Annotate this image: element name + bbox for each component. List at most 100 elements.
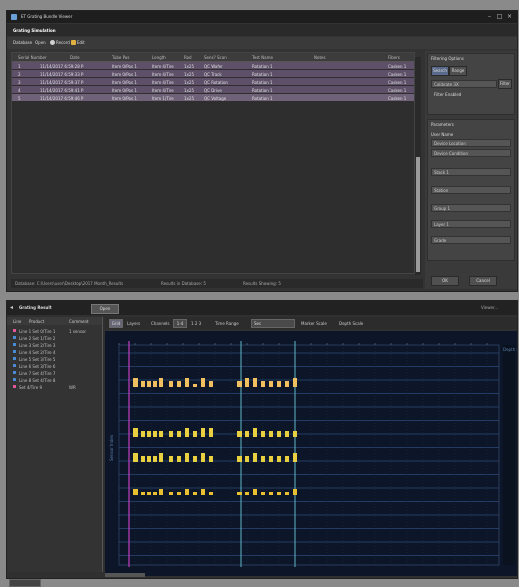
param-field-label: Grade	[434, 238, 447, 243]
results-grid[interactable]: Serial Number Date Tube Pos Length Rod S…	[11, 52, 415, 274]
window-title: ET Grating Bundle Viewer	[21, 14, 73, 19]
chart-bar	[209, 381, 213, 387]
chart-bar	[147, 492, 151, 495]
line-list-panel: Line Product Comment Line 1 Set 0/Tire 1…	[7, 317, 103, 587]
table-cell: 1	[18, 63, 21, 69]
chart-bar	[133, 428, 138, 437]
param-field[interactable]: Group 1	[431, 204, 511, 212]
chart-bar	[209, 428, 213, 437]
depth-scale-label[interactable]: Depth Scale	[339, 321, 363, 326]
minimize-icon[interactable]: –	[485, 13, 494, 21]
table-cell: Item 1/Tire	[152, 95, 174, 101]
vertical-scrollbar[interactable]	[415, 57, 421, 275]
horizontal-scrollbar[interactable]	[105, 573, 145, 577]
grid-view-button[interactable]: Grid	[109, 319, 123, 328]
table-cell: Item 0/Pos 1	[112, 79, 137, 85]
table-row[interactable]: 3 11/14/2017 6:59:37 P Item 0/Pos 1 Item 4/…	[12, 78, 414, 85]
param-field[interactable]: Stack 1	[431, 168, 511, 176]
zoom-levels[interactable]: 1 2 3	[191, 321, 201, 326]
ok-button[interactable]: OK	[431, 276, 459, 286]
list-item[interactable]: Line 8 Set 4/Tire 8	[7, 376, 102, 383]
cancel-button[interactable]: Cancel	[469, 276, 497, 286]
param-field[interactable]: Device Condition	[431, 149, 511, 157]
param-field[interactable]: Grade	[431, 236, 511, 244]
maximize-icon[interactable]: □	[495, 13, 504, 21]
line-filter-input[interactable]	[9, 579, 41, 587]
record-button[interactable]: Record	[56, 40, 70, 45]
edit-button[interactable]: Edit	[77, 40, 85, 45]
table-row[interactable]: 1 11/14/2017 6:59:28 P Item 0/Pos 1 Item 4/…	[12, 62, 414, 69]
col-header[interactable]: Sens? Scan	[204, 55, 227, 60]
line-label: Line 5 Set 3/Tire 5	[19, 356, 56, 362]
param-field[interactable]: Station	[431, 186, 511, 194]
left-axis-title: Sensor Index	[109, 434, 114, 461]
channels-select[interactable]: 1-4	[173, 319, 187, 328]
param-field[interactable]: Device Location	[431, 139, 511, 147]
line-color-icon	[13, 363, 16, 367]
table-cell: 2	[18, 71, 21, 77]
chart-bar	[269, 431, 273, 437]
chart-bar	[159, 378, 163, 387]
result-title-bar: ◂ Grating Result Open Viewer...	[7, 301, 517, 315]
table-cell: 11/14/2017 6:59:33 P	[40, 71, 84, 77]
col-header[interactable]: Rod	[184, 55, 192, 60]
record-icon[interactable]	[50, 40, 55, 45]
open-menu[interactable]: Open	[35, 40, 46, 45]
chart-bar	[253, 489, 257, 495]
tab-search[interactable]: Search	[431, 66, 449, 76]
list-item[interactable]: Line 5 Set 3/Tire 5	[7, 355, 102, 362]
chart-bar	[261, 381, 265, 387]
chart-bar	[201, 453, 205, 462]
param-field-label: Group 1	[434, 206, 450, 211]
param-field[interactable]: Layer 1	[431, 220, 511, 228]
list-item[interactable]: Set 4/Tire 9 WR	[7, 383, 102, 390]
col-header[interactable]: Length	[152, 55, 166, 60]
table-row[interactable]: 4 11/14/2017 6:59:41 P Item 0/Pos 1 Item 4/…	[12, 86, 414, 93]
right-axis-title: Depth Length	[503, 347, 517, 352]
col-header[interactable]: Serial Number	[18, 55, 47, 60]
chart-bar	[193, 492, 197, 495]
open-button[interactable]: Open	[91, 304, 119, 314]
result-title: Grating Result	[19, 305, 52, 310]
tab-range[interactable]: Range	[449, 66, 467, 76]
filter-button[interactable]: Filter	[498, 79, 512, 89]
table-row[interactable]: 5 11/14/2017 6:59:46 P Item 0/Pos 1 Item 1/…	[12, 94, 414, 101]
filter-enabled-check[interactable]: Filter Enabled	[434, 92, 461, 97]
chart-bar	[153, 492, 157, 495]
viewer-link[interactable]: Viewer...	[481, 305, 498, 310]
scrollbar-thumb[interactable]	[416, 157, 420, 272]
sensor-chart[interactable]: Sensor Index Depth Length	[105, 331, 517, 576]
col-header[interactable]: Date	[70, 55, 80, 60]
chart-bar	[269, 381, 273, 387]
table-row[interactable]: 2 11/14/2017 6:59:33 P Item 0/Pos 1 Item 4/…	[12, 70, 414, 77]
marker-scale-check[interactable]: Marker Scale	[301, 321, 327, 326]
list-item[interactable]: Line 7 Set 4/Tire 7	[7, 369, 102, 376]
list-item[interactable]: Line 4 Set 2/Tire 4	[7, 348, 102, 355]
chart-bar	[269, 492, 273, 495]
database-menu[interactable]: Database	[13, 40, 32, 45]
chart-bar	[293, 489, 297, 495]
collapse-icon[interactable]: ◂	[10, 304, 13, 311]
filter-input[interactable]: Calibrate 3X	[431, 80, 497, 88]
list-item[interactable]: Line 2 Set 1/Tire 2	[7, 334, 102, 341]
col-header[interactable]: Notes	[314, 55, 326, 60]
col-header[interactable]: Line	[13, 319, 21, 324]
chart-bar	[269, 456, 273, 462]
table-cell: 1x25	[184, 71, 195, 77]
list-item[interactable]: Line 6 Set 3/Tire 6	[7, 362, 102, 369]
col-header[interactable]: Comment	[69, 319, 89, 324]
col-header[interactable]: Test Name	[252, 55, 273, 60]
close-icon[interactable]: ×	[505, 13, 514, 21]
chart-bar	[285, 431, 289, 437]
chart-bar	[147, 381, 151, 387]
edit-icon[interactable]	[71, 40, 76, 45]
time-range-select[interactable]: Sec	[251, 319, 295, 328]
table-cell: QC Voltage	[204, 95, 227, 101]
layers-menu[interactable]: Layers	[127, 321, 140, 326]
list-item[interactable]: Line 3 Set 2/Tire 3	[7, 341, 102, 348]
list-item[interactable]: Line 1 Set 0/Tire 1 1 sensor	[7, 327, 102, 334]
col-header[interactable]: Fibers	[388, 55, 400, 60]
col-header[interactable]: Product	[29, 319, 44, 324]
col-header[interactable]: Tube Pos	[112, 55, 129, 60]
chart-bar	[177, 431, 181, 437]
